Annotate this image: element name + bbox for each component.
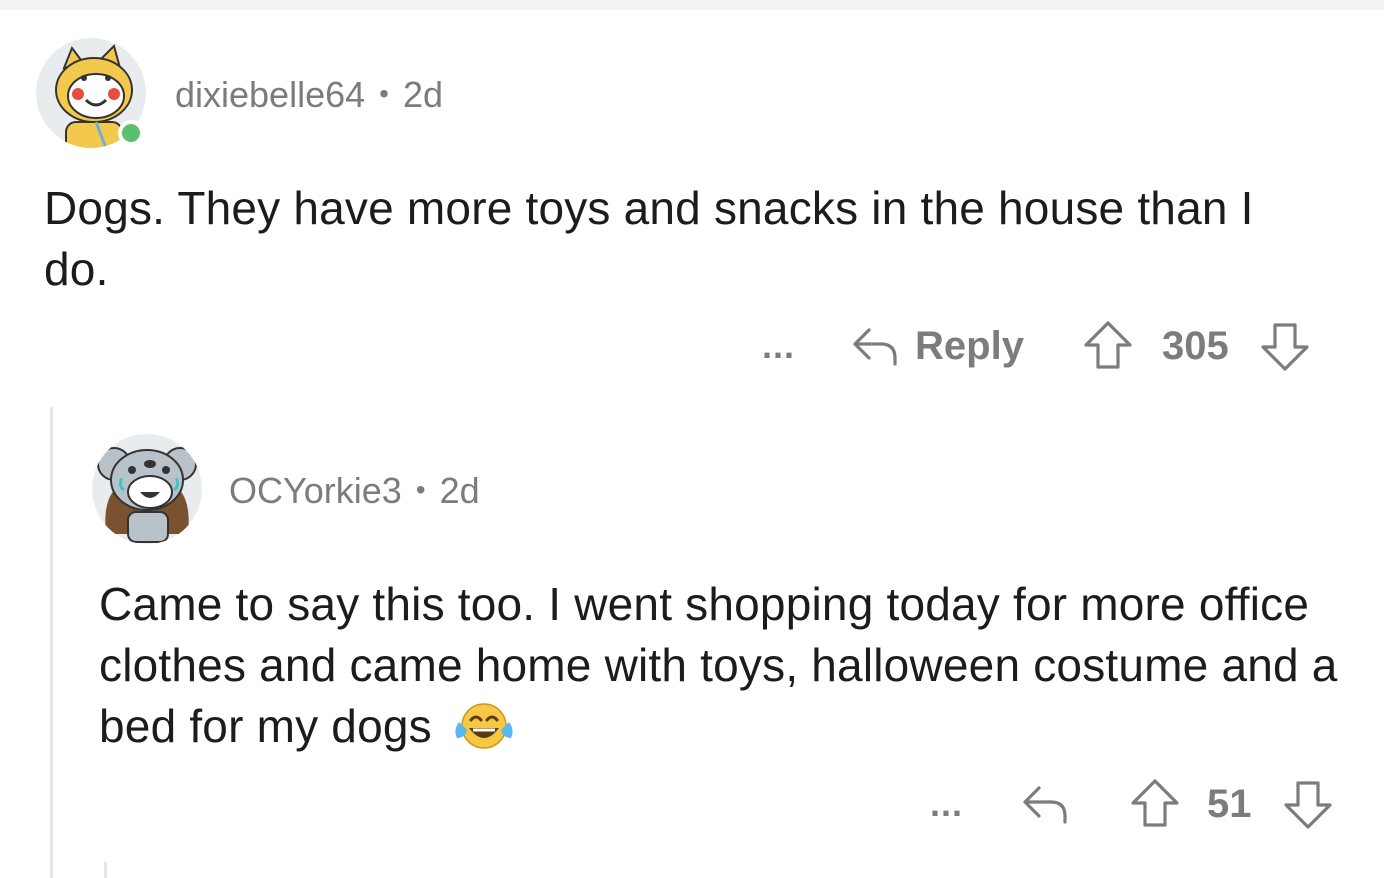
comment-meta: OCYorkie3 • 2d: [229, 470, 480, 512]
more-options-button[interactable]: ...: [762, 325, 795, 367]
comment-age: 2d: [402, 74, 444, 115]
comment-meta: dixiebelle64 • 2d: [175, 74, 443, 116]
comment-body-text: Came to say this too. I went shopping to…: [99, 578, 1338, 752]
meta-separator: •: [379, 78, 389, 109]
reply-button[interactable]: [1021, 782, 1071, 826]
avatar[interactable]: [92, 434, 202, 544]
thread-line[interactable]: [50, 407, 53, 878]
upvote-icon[interactable]: [1082, 319, 1134, 373]
reply-arrow-icon: [1021, 782, 1071, 826]
reply-label: Reply: [915, 323, 1024, 368]
online-status-indicator: [118, 120, 144, 146]
avatar-snoo-icon: [92, 434, 202, 544]
vote-controls: 51: [1129, 777, 1334, 831]
more-options-button[interactable]: ...: [930, 783, 963, 825]
upvote-icon[interactable]: [1129, 777, 1181, 831]
reply-arrow-icon: [851, 324, 901, 368]
downvote-icon[interactable]: [1259, 319, 1311, 373]
vote-score: 305: [1161, 323, 1229, 368]
vote-score: 51: [1207, 781, 1252, 826]
comment-body: Came to say this too. I went shopping to…: [99, 574, 1349, 757]
vote-controls: 305: [1082, 319, 1311, 373]
meta-separator: •: [415, 474, 426, 505]
username-link[interactable]: OCYorkie3: [229, 470, 402, 511]
comment-actions: ... 51: [930, 774, 1334, 834]
username-link[interactable]: dixiebelle64: [175, 74, 365, 115]
reply-button[interactable]: Reply: [851, 324, 1024, 369]
comment-age: 2d: [439, 470, 480, 511]
top-divider: [0, 0, 1384, 10]
face-with-tears-of-joy-icon: [451, 700, 517, 752]
downvote-icon[interactable]: [1282, 777, 1334, 831]
comment-body: Dogs. They have more toys and snacks in …: [44, 182, 1254, 295]
nested-thread-line[interactable]: [104, 862, 107, 878]
comment-actions: ... Reply 305: [762, 316, 1311, 376]
